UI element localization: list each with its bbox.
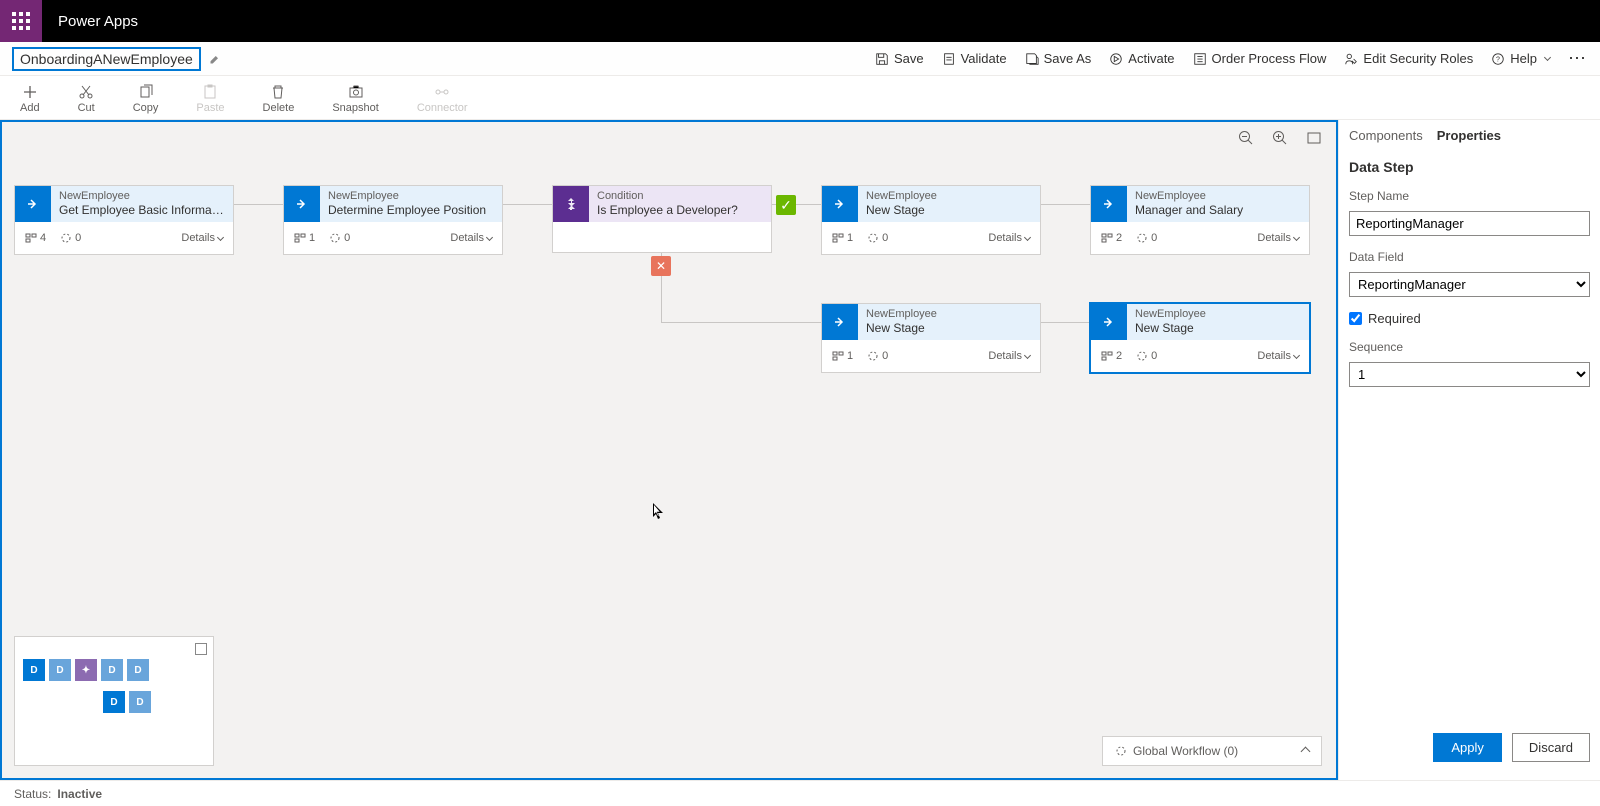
tab-components[interactable]: Components: [1349, 128, 1423, 145]
tab-properties[interactable]: Properties: [1437, 128, 1501, 145]
details-toggle[interactable]: Details: [988, 350, 1030, 362]
stage-new-stage-bottom-left[interactable]: NewEmployeeNew Stage 1 0 Details: [821, 303, 1041, 373]
status-bar: Status: Inactive: [0, 780, 1600, 806]
process-canvas[interactable]: ✓ ✕ NewEmployeeGet Employee Basic Inform…: [0, 120, 1338, 780]
stage-icon: [15, 186, 51, 222]
svg-text:?: ?: [1496, 56, 1500, 63]
details-toggle[interactable]: Details: [181, 232, 223, 244]
more-menu[interactable]: ⋯: [1568, 48, 1588, 69]
step-name-label: Step Name: [1349, 189, 1590, 203]
details-toggle[interactable]: Details: [1257, 232, 1299, 244]
condition-yes-icon: ✓: [776, 195, 796, 215]
sequence-select[interactable]: 1: [1349, 362, 1590, 387]
stage-icon: [1091, 186, 1127, 222]
command-bar: OnboardingANewEmployee Save Validate Sav…: [0, 42, 1600, 76]
minimap-expand-icon[interactable]: [195, 643, 207, 655]
flow-name[interactable]: OnboardingANewEmployee: [12, 47, 201, 71]
delete-button[interactable]: Delete: [263, 84, 295, 114]
connector-button: Connector: [417, 84, 468, 114]
paste-button: Paste: [196, 84, 224, 114]
properties-panel: Components Properties Data Step Step Nam…: [1338, 120, 1600, 780]
copy-button[interactable]: Copy: [133, 84, 159, 114]
fit-screen-icon[interactable]: [1306, 130, 1322, 146]
chevron-up-icon: [1301, 746, 1311, 756]
stage-get-basic-info[interactable]: NewEmployeeGet Employee Basic Informatio…: [14, 185, 234, 255]
app-launcher[interactable]: [0, 0, 42, 42]
stage-icon: [822, 186, 858, 222]
zoom-in-icon[interactable]: [1272, 130, 1288, 146]
edit-security-button[interactable]: Edit Security Roles: [1344, 51, 1473, 66]
steps-count: 4: [25, 232, 46, 244]
stage-icon: [822, 304, 858, 340]
details-toggle[interactable]: Details: [450, 232, 492, 244]
app-title: Power Apps: [42, 13, 154, 30]
discard-button[interactable]: Discard: [1512, 733, 1590, 762]
add-button[interactable]: Add: [20, 84, 40, 114]
details-toggle[interactable]: Details: [988, 232, 1030, 244]
stage-manager-salary[interactable]: NewEmployeeManager and Salary 2 0 Detail…: [1090, 185, 1310, 255]
required-checkbox-row[interactable]: Required: [1349, 311, 1590, 326]
global-workflow-bar[interactable]: Global Workflow (0): [1102, 736, 1322, 766]
data-field-select[interactable]: ReportingManager: [1349, 272, 1590, 297]
activate-button[interactable]: Activate: [1109, 51, 1174, 66]
sequence-label: Sequence: [1349, 340, 1590, 354]
cut-button[interactable]: Cut: [78, 84, 95, 114]
edit-name-icon[interactable]: [209, 53, 221, 65]
validate-button[interactable]: Validate: [942, 51, 1007, 66]
zoom-out-icon[interactable]: [1238, 130, 1254, 146]
process-count: 0: [60, 232, 81, 244]
suite-header: Power Apps: [0, 0, 1600, 42]
data-field-label: Data Field: [1349, 250, 1590, 264]
save-button[interactable]: Save: [875, 51, 924, 66]
condition-icon: [553, 186, 589, 222]
editor-toolbar: Add Cut Copy Paste Delete Snapshot Conne…: [0, 76, 1600, 120]
snapshot-button[interactable]: Snapshot: [332, 84, 378, 114]
cursor-icon: [653, 503, 667, 521]
condition-is-developer[interactable]: ConditionIs Employee a Developer?: [552, 185, 772, 253]
stage-icon: [284, 186, 320, 222]
status-value: Inactive: [57, 787, 102, 801]
waffle-icon: [12, 12, 30, 30]
condition-no-icon: ✕: [651, 256, 671, 276]
required-checkbox[interactable]: [1349, 312, 1362, 325]
details-toggle[interactable]: Details: [1257, 350, 1299, 362]
step-name-input[interactable]: [1349, 211, 1590, 236]
apply-button[interactable]: Apply: [1433, 733, 1502, 762]
stage-determine-position[interactable]: NewEmployeeDetermine Employee Position 1…: [283, 185, 503, 255]
stage-new-stage-top[interactable]: NewEmployeeNew Stage 1 0 Details: [821, 185, 1041, 255]
stage-icon: [1091, 304, 1127, 340]
stage-new-stage-selected[interactable]: NewEmployeeNew Stage 2 0 Details: [1090, 303, 1310, 373]
order-flow-button[interactable]: Order Process Flow: [1193, 51, 1327, 66]
help-button[interactable]: ?Help: [1491, 51, 1550, 66]
minimap[interactable]: DD✦DD DD: [14, 636, 214, 766]
save-as-button[interactable]: Save As: [1025, 51, 1092, 66]
panel-heading: Data Step: [1349, 159, 1590, 175]
